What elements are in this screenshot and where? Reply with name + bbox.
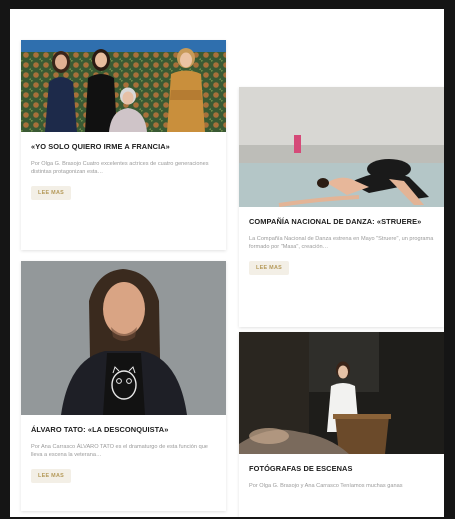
article-title[interactable]: FOTÓGRAFAS DE ESCENAS [249,464,434,473]
article-title[interactable]: COMPAÑÍA NACIONAL DE DANZA: «STRUERE» [249,217,434,226]
article-title[interactable]: «YO SOLO QUIERO IRME A FRANCIA» [31,142,216,151]
four-women-portrait-photo[interactable] [21,40,226,132]
man-portrait-photo[interactable] [21,261,226,415]
articles-grid: «YO SOLO QUIERO IRME A FRANCIA» Por Olga… [10,9,444,517]
article-excerpt: Por Ana Carrasco ÁLVARO TATO es el drama… [31,444,208,458]
article-card: ÁLVARO TATO: «LA DESCONQUISTA» Por Ana C… [21,261,226,511]
article-title[interactable]: ÁLVARO TATO: «LA DESCONQUISTA» [31,425,216,434]
article-excerpt: Por Olga G. Brasojo Cuatro excelentes ac… [31,161,209,175]
read-more-button[interactable]: LEE MAS [31,469,72,483]
dancer-stage-photo[interactable] [239,87,444,207]
article-card: FOTÓGRAFAS DE ESCENAS Por Olga G. Brasoj… [239,332,444,517]
woman-at-lectern-photo[interactable] [239,332,444,454]
article-card: COMPAÑÍA NACIONAL DE DANZA: «STRUERE» La… [239,87,444,327]
article-card: «YO SOLO QUIERO IRME A FRANCIA» Por Olga… [21,40,226,250]
article-excerpt: Por Olga G. Brasojo y Ana Carrasco Tenía… [249,483,403,489]
article-excerpt: La Compañía Nacional de Danza estrena en… [249,236,434,250]
read-more-button[interactable]: LEE MAS [31,186,72,200]
read-more-button[interactable]: LEE MAS [249,261,290,275]
